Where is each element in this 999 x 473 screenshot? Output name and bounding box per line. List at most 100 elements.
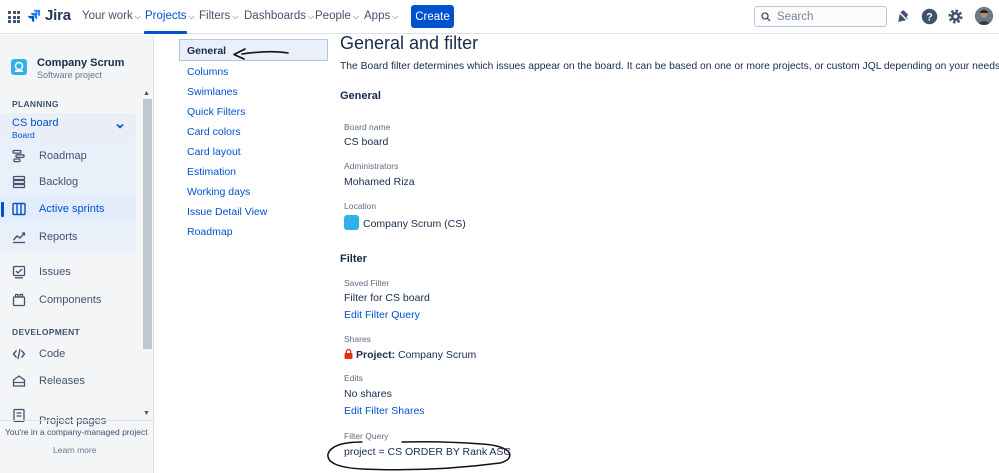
nav-people[interactable]: People ⌵	[315, 10, 359, 22]
board-icon	[12, 202, 26, 215]
chevron-down-icon: ⌵	[232, 11, 239, 21]
jira-logo[interactable]: Jira	[27, 7, 71, 24]
code-icon	[12, 348, 26, 359]
nav-label: Apps	[364, 10, 391, 22]
search-box[interactable]	[754, 6, 887, 27]
shares-value: Project: Company Scrum	[344, 349, 476, 361]
nav-label: Dashboards	[244, 10, 307, 22]
development-heading: DEVELOPMENT	[12, 327, 81, 337]
edit-filter-query-link[interactable]: Edit Filter Query	[344, 309, 420, 321]
sidebar-scrollbar-thumb[interactable]	[143, 99, 152, 349]
lock-icon	[344, 349, 353, 359]
administrators-value[interactable]: Mohamed Riza	[344, 176, 415, 188]
project-avatar-icon[interactable]	[11, 59, 27, 75]
filter-query-value: project = CS ORDER BY Rank ASC	[344, 446, 511, 458]
active-item-indicator	[1, 202, 4, 217]
settings-gear-icon[interactable]	[947, 8, 964, 25]
roadmap-icon	[12, 149, 25, 162]
sidebar-item-active-sprints[interactable]: Active sprints	[0, 195, 136, 222]
nav-dashboards[interactable]: Dashboards ⌵	[244, 10, 314, 22]
nav-label: Your work	[82, 10, 133, 22]
saved-filter-value: Filter for CS board	[344, 292, 430, 304]
settings-menu-item-card-layout[interactable]: Card layout	[187, 146, 241, 158]
sidebar-item-issues[interactable]: Issues	[0, 258, 136, 285]
avatar-image	[975, 7, 993, 25]
saved-filter-label: Saved Filter	[344, 278, 390, 288]
settings-menu-item-swimlanes[interactable]: Swimlanes	[187, 86, 238, 98]
sidebar-item-label: Project pages	[39, 415, 107, 427]
shares-project: Company Scrum	[398, 349, 477, 361]
top-navigation: Jira Your work ⌵ Projects ⌵ Filters ⌵ Dashb…	[0, 0, 999, 34]
shares-prefix: Project:	[356, 349, 396, 361]
board-name-value[interactable]: CS board	[344, 136, 388, 148]
help-icon[interactable]: ?	[921, 8, 938, 25]
board-selector-type: Board	[12, 130, 35, 140]
jira-logo-icon	[28, 9, 41, 22]
nav-your-work[interactable]: Your work ⌵	[82, 10, 141, 22]
settings-menu-item-quick-filters[interactable]: Quick Filters	[187, 106, 245, 118]
scroll-down-icon[interactable]: ▼	[143, 410, 150, 417]
reports-icon	[12, 231, 26, 243]
sidebar-item-label: Releases	[39, 374, 85, 387]
sidebar-divider	[0, 420, 154, 421]
project-type: Software project	[37, 70, 103, 80]
project-type-notice: You're in a company-managed project	[5, 427, 148, 437]
settings-menu-label-general: General	[187, 45, 227, 57]
sidebar-item-project-pages[interactable]: Project pages	[0, 404, 136, 428]
sidebar-item-releases[interactable]: Releases	[0, 367, 136, 394]
backlog-icon	[12, 175, 26, 188]
components-icon	[12, 293, 26, 306]
nav-projects[interactable]: Projects ⌵	[145, 10, 195, 22]
user-avatar[interactable]	[975, 7, 993, 25]
chevron-down-icon[interactable]	[115, 121, 125, 131]
edit-filter-shares-link[interactable]: Edit Filter Shares	[344, 405, 425, 417]
project-avatar-icon	[344, 215, 359, 230]
nav-label: People	[315, 10, 351, 22]
sidebar-item-label: Issues	[39, 265, 71, 278]
sidebar-item-reports[interactable]: Reports	[0, 223, 136, 250]
svg-text:?: ?	[926, 12, 932, 24]
sidebar-item-label: Components	[39, 293, 102, 306]
sidebar-item-roadmap[interactable]: Roadmap	[0, 142, 136, 169]
location-label: Location	[344, 201, 377, 211]
chevron-down-icon: ⌵	[308, 11, 315, 21]
nav-label: Projects	[145, 10, 187, 22]
logo-text: Jira	[45, 7, 71, 24]
location-value[interactable]: Company Scrum (CS)	[344, 215, 466, 230]
app-switcher-icon[interactable]	[8, 11, 20, 23]
filter-section-heading: Filter	[340, 253, 367, 265]
sidebar-item-components[interactable]: Components	[0, 286, 136, 313]
scroll-up-icon[interactable]: ▲	[143, 90, 150, 97]
board-selector-name: CS board	[12, 117, 59, 129]
edits-label: Edits	[344, 373, 363, 383]
shares-label: Shares	[344, 334, 371, 344]
nav-apps[interactable]: Apps ⌵	[364, 10, 398, 22]
sidebar-item-label: Active sprints	[39, 202, 105, 215]
settings-menu-item-roadmap[interactable]: Roadmap	[187, 226, 233, 238]
notifications-icon[interactable]	[895, 8, 912, 25]
sidebar-item-backlog[interactable]: Backlog	[0, 168, 136, 195]
administrators-label: Administrators	[344, 161, 399, 171]
chevron-down-icon: ⌵	[352, 11, 359, 21]
releases-icon	[12, 374, 26, 387]
settings-menu-item-working-days[interactable]: Working days	[187, 186, 250, 198]
active-nav-indicator	[144, 31, 187, 34]
settings-menu-item-columns[interactable]: Columns	[187, 66, 228, 78]
settings-menu-item-estimation[interactable]: Estimation	[187, 166, 236, 178]
create-button[interactable]: Create	[411, 5, 454, 28]
project-name[interactable]: Company Scrum	[37, 57, 124, 69]
page-title: General and filter	[340, 33, 479, 53]
chevron-down-icon: ⌵	[188, 11, 195, 21]
search-input[interactable]	[777, 10, 877, 23]
sidebar-item-code[interactable]: Code	[0, 340, 136, 367]
board-name-label: Board name	[344, 122, 391, 132]
nav-filters[interactable]: Filters ⌵	[199, 10, 238, 22]
settings-menu-item-card-colors[interactable]: Card colors	[187, 126, 241, 138]
learn-more-link[interactable]: Learn more	[53, 445, 96, 455]
sidebar-item-label: Code	[39, 347, 66, 360]
sidebar-item-label: Roadmap	[39, 149, 87, 162]
search-icon	[761, 11, 771, 21]
settings-menu-item-issue-detail-view[interactable]: Issue Detail View	[187, 206, 267, 218]
sidebar-item-label: Reports	[39, 230, 78, 243]
sidebar-item-label: Backlog	[39, 175, 79, 188]
